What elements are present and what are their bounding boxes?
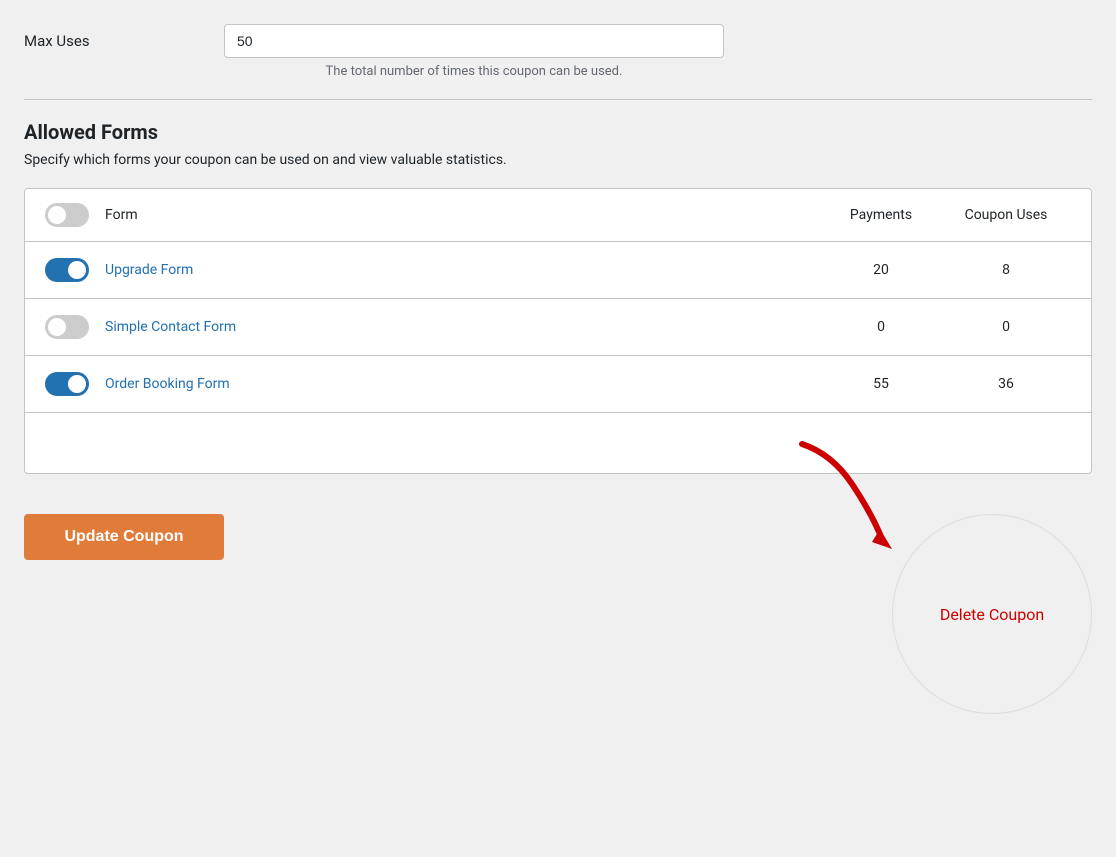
max-uses-field: Max Uses The total number of times this … <box>24 24 1092 79</box>
allowed-forms-title: Allowed Forms <box>24 120 1092 144</box>
allowed-forms-section: Allowed Forms Specify which forms your c… <box>24 120 1092 474</box>
delete-area: Delete Coupon <box>892 514 1092 714</box>
table-row: Simple Contact Form 0 0 <box>25 299 1091 356</box>
upgrade-form-coupon-uses: 8 <box>941 262 1071 278</box>
row-form-col: Upgrade Form <box>45 258 821 282</box>
allowed-forms-description: Specify which forms your coupon can be u… <box>24 152 1092 168</box>
table-empty-row <box>25 413 1091 473</box>
max-uses-label: Max Uses <box>24 24 184 50</box>
table-row: Upgrade Form 20 8 <box>25 242 1091 299</box>
table-header: Form Payments Coupon Uses <box>25 189 1091 242</box>
header-toggle-slider <box>45 203 89 227</box>
order-booking-form-payments: 55 <box>821 376 941 392</box>
upgrade-form-toggle[interactable] <box>45 258 89 282</box>
header-toggle[interactable] <box>45 203 89 227</box>
order-booking-form-toggle[interactable] <box>45 372 89 396</box>
simple-contact-form-toggle-slider <box>45 315 89 339</box>
page-container: Max Uses The total number of times this … <box>0 0 1116 857</box>
order-booking-form-link[interactable]: Order Booking Form <box>105 376 230 392</box>
header-coupon-uses-col: Coupon Uses <box>941 207 1071 223</box>
order-booking-form-toggle-slider <box>45 372 89 396</box>
row-form-col: Simple Contact Form <box>45 315 821 339</box>
header-form-col: Form <box>45 203 821 227</box>
row-form-col: Order Booking Form <box>45 372 821 396</box>
delete-coupon-circle: Delete Coupon <box>892 514 1092 714</box>
forms-table: Form Payments Coupon Uses Upgrade Form 2… <box>24 188 1092 474</box>
order-booking-form-coupon-uses: 36 <box>941 376 1071 392</box>
header-form-label: Form <box>105 207 138 223</box>
upgrade-form-toggle-slider <box>45 258 89 282</box>
page-footer: Update Coupon Delete Coupon <box>24 494 1092 744</box>
max-uses-input-group: The total number of times this coupon ca… <box>224 24 724 79</box>
update-coupon-button[interactable]: Update Coupon <box>24 514 224 560</box>
delete-coupon-link[interactable]: Delete Coupon <box>940 605 1044 624</box>
simple-contact-form-payments: 0 <box>821 319 941 335</box>
upgrade-form-payments: 20 <box>821 262 941 278</box>
upgrade-form-link[interactable]: Upgrade Form <box>105 262 193 278</box>
simple-contact-form-toggle[interactable] <box>45 315 89 339</box>
max-uses-help: The total number of times this coupon ca… <box>224 64 724 79</box>
max-uses-input[interactable] <box>224 24 724 58</box>
header-payments-col: Payments <box>821 207 941 223</box>
table-row: Order Booking Form 55 36 <box>25 356 1091 413</box>
section-divider <box>24 99 1092 100</box>
simple-contact-form-coupon-uses: 0 <box>941 319 1071 335</box>
simple-contact-form-link[interactable]: Simple Contact Form <box>105 319 236 335</box>
